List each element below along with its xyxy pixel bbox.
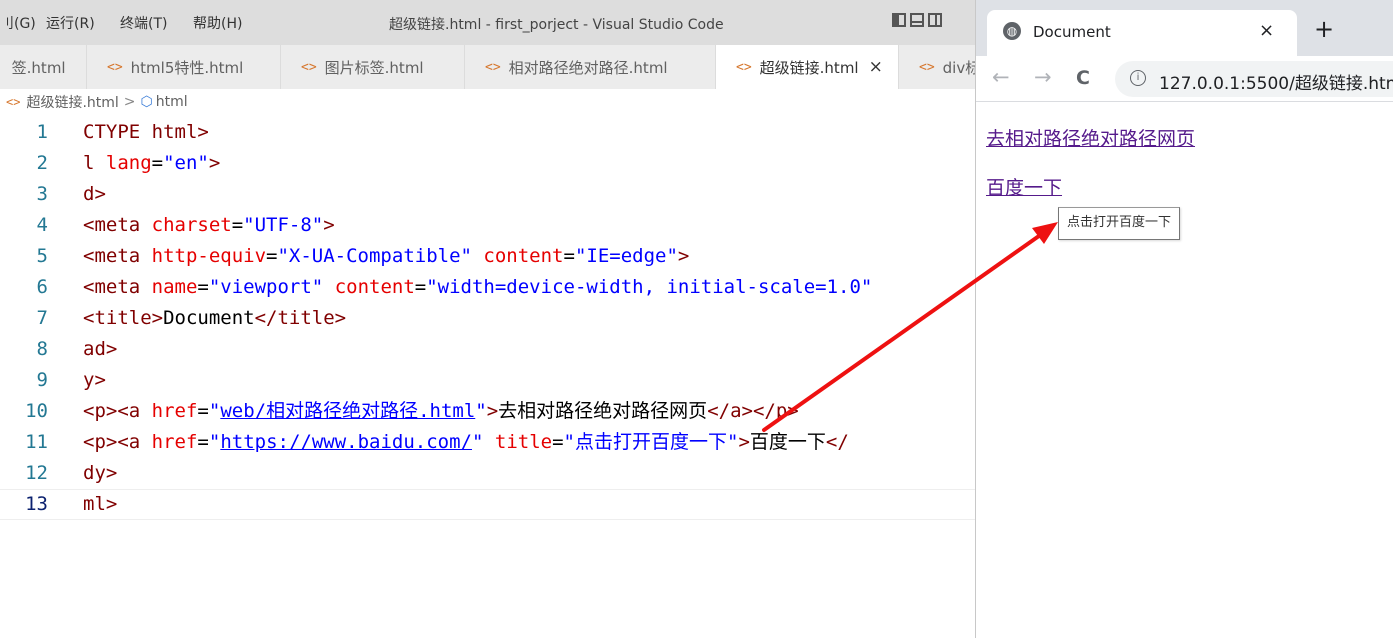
vscode-window: 刂(G) 运行(R) 终端(T) 帮助(H) 超级链接.html - first… bbox=[0, 0, 975, 638]
code-line: 10 <p><a href="web/相对路径绝对路径.html">去相对路径绝对… bbox=[0, 396, 975, 427]
toggle-sidebar-icon[interactable] bbox=[892, 13, 906, 27]
code-line: 9 y> bbox=[0, 365, 975, 396]
code-line-current: 13 ml> bbox=[0, 489, 975, 520]
code-link-baidu[interactable]: https://www.baidu.com/ bbox=[220, 431, 472, 453]
line-number: 8 bbox=[36, 338, 48, 360]
tab-label: 图片标签.html bbox=[324, 58, 424, 77]
line-number: 3 bbox=[36, 183, 48, 205]
toggle-secondary-sidebar-icon[interactable] bbox=[928, 13, 942, 27]
editor-tab-bar: <> 签.html <> html5特性.html <> 图片标签.html <… bbox=[0, 45, 975, 89]
link-tooltip: 点击打开百度一下 bbox=[1058, 207, 1181, 240]
menu-terminal[interactable]: 终端(T) bbox=[120, 13, 167, 33]
line-number: 13 bbox=[25, 493, 48, 515]
tab-relative-absolute-path[interactable]: <> 相对路径绝对路径.html bbox=[465, 45, 716, 89]
tab-div[interactable]: <> div标 bbox=[899, 45, 975, 89]
breadcrumb-file[interactable]: 超级链接.html bbox=[26, 92, 118, 112]
breadcrumb: <> 超级链接.html > ⬡ html bbox=[0, 89, 975, 115]
tab-hyperlink-active[interactable]: <> 超级链接.html × bbox=[716, 45, 899, 89]
vscode-title-bar: 刂(G) 运行(R) 终端(T) 帮助(H) 超级链接.html - first… bbox=[0, 0, 975, 45]
code-line: 12 dy> bbox=[0, 458, 975, 489]
address-bar[interactable]: i 127.0.0.1:5500/超级链接.html bbox=[1115, 61, 1393, 97]
menu-help[interactable]: 帮助(H) bbox=[193, 13, 242, 33]
line-number: 10 bbox=[25, 400, 48, 422]
code-line: 2l lang="en"> bbox=[0, 148, 975, 179]
tab-label: 相对路径绝对路径.html bbox=[508, 58, 668, 77]
address-url[interactable]: 127.0.0.1:5500/超级链接.html bbox=[1159, 69, 1393, 94]
code-line: 3 d> bbox=[0, 179, 975, 210]
link-relative-absolute-path[interactable]: 去相对路径绝对路径网页 bbox=[986, 124, 1195, 151]
reload-icon[interactable]: C bbox=[1076, 67, 1090, 89]
code-link-relative[interactable]: web/相对路径绝对路径.html bbox=[220, 400, 475, 422]
tab-label: html5特性.html bbox=[130, 58, 244, 77]
html-file-icon: <> bbox=[919, 59, 935, 75]
browser-toolbar: ← → C i 127.0.0.1:5500/超级链接.html bbox=[976, 56, 1393, 102]
tab-tag-html[interactable]: <> 签.html bbox=[0, 45, 87, 89]
browser-tab-title: Document bbox=[1033, 23, 1111, 41]
code-line: 8 ad> bbox=[0, 334, 975, 365]
html-file-icon: <> bbox=[485, 59, 501, 75]
line-number: 1 bbox=[36, 121, 48, 143]
html-file-icon: <> bbox=[736, 59, 752, 75]
menu-help-g[interactable]: 刂(G) bbox=[0, 13, 36, 33]
close-icon[interactable]: × bbox=[869, 57, 883, 77]
html-file-icon: <> bbox=[6, 95, 21, 109]
tab-label: div标 bbox=[942, 58, 975, 77]
close-icon[interactable]: × bbox=[1259, 20, 1274, 41]
line-number: 4 bbox=[36, 214, 48, 236]
line-number: 9 bbox=[36, 369, 48, 391]
tab-html5-features[interactable]: <> html5特性.html bbox=[87, 45, 281, 89]
menu-run[interactable]: 运行(R) bbox=[46, 13, 95, 33]
code-line: 11 <p><a href="https://www.baidu.com/" ti… bbox=[0, 427, 975, 458]
line-number: 5 bbox=[36, 245, 48, 267]
browser-tab-document[interactable]: ◍ Document × bbox=[987, 10, 1297, 56]
toggle-panel-icon[interactable] bbox=[910, 13, 924, 27]
code-line: 4 <meta charset="UTF-8"> bbox=[0, 210, 975, 241]
line-number: 12 bbox=[25, 462, 48, 484]
back-arrow-icon[interactable]: ← bbox=[992, 65, 1010, 89]
tab-label: 超级链接.html bbox=[759, 58, 859, 77]
tab-label: 签.html bbox=[11, 58, 66, 77]
symbol-cube-icon: ⬡ bbox=[140, 94, 153, 110]
code-editor[interactable]: 1 CTYPE html> 2l lang="en"> 3 d> 4 <meta ch… bbox=[0, 117, 975, 520]
code-line: 6 <meta name="viewport" content="width=de… bbox=[0, 272, 975, 303]
tab-image-tags[interactable]: <> 图片标签.html bbox=[281, 45, 465, 89]
html-file-icon: <> bbox=[301, 59, 317, 75]
breadcrumb-symbol[interactable]: html bbox=[156, 94, 188, 110]
window-title: 超级链接.html - first_porject - Visual Studi… bbox=[389, 17, 724, 33]
layout-controls bbox=[892, 13, 942, 27]
browser-window: ◍ Document × + ← → C i 127.0.0.1:5500/超级… bbox=[975, 0, 1393, 638]
code-line: 1 CTYPE html> bbox=[0, 117, 975, 148]
code-line: 5 <meta http-equiv="X-UA-Compatible" cont… bbox=[0, 241, 975, 272]
web-page: 去相对路径绝对路径网页 百度一下 点击打开百度一下 bbox=[976, 102, 1393, 638]
forward-arrow-icon[interactable]: → bbox=[1034, 65, 1052, 89]
link-baidu[interactable]: 百度一下 bbox=[986, 173, 1062, 200]
line-number: 11 bbox=[25, 431, 48, 453]
code-line: 7 <title>Document</title> bbox=[0, 303, 975, 334]
line-number: 6 bbox=[36, 276, 48, 298]
line-number: 7 bbox=[36, 307, 48, 329]
globe-icon: ◍ bbox=[1003, 22, 1021, 40]
info-icon[interactable]: i bbox=[1130, 70, 1146, 86]
breadcrumb-separator: > bbox=[123, 94, 136, 110]
html-file-icon: <> bbox=[107, 59, 123, 75]
new-tab-button[interactable]: + bbox=[1314, 15, 1334, 43]
browser-tab-strip: ◍ Document × + bbox=[976, 0, 1393, 56]
line-number: 2 bbox=[36, 152, 48, 174]
